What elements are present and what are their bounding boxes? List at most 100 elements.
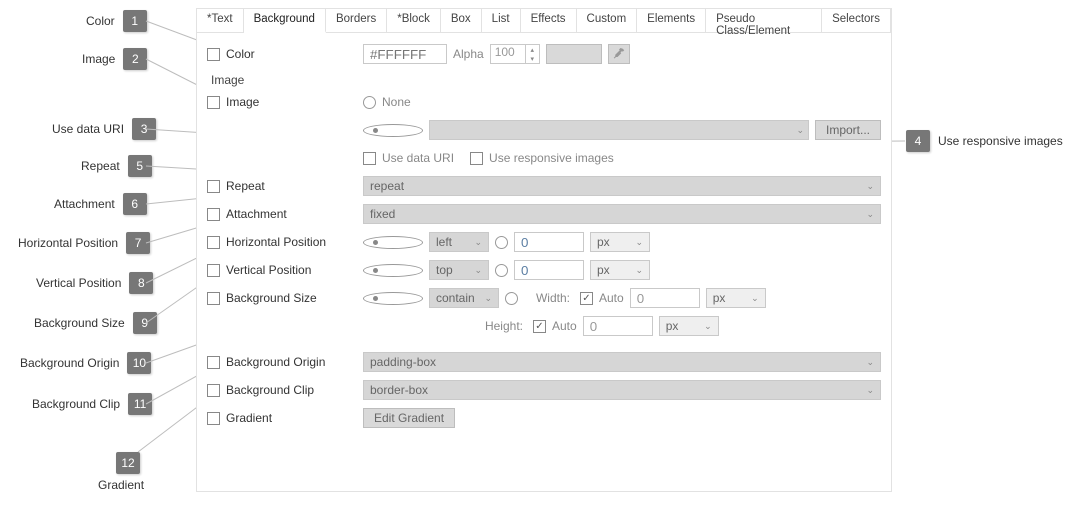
import-button[interactable]: Import... bbox=[815, 120, 881, 140]
vpos-unit-select[interactable]: px⌄ bbox=[590, 260, 650, 280]
callout-2: Image 2 bbox=[82, 48, 147, 70]
callout-4: 4 Use responsive images bbox=[906, 130, 1063, 152]
tab-pseudo[interactable]: Pseudo Class/Element bbox=[706, 9, 822, 32]
callout-7: Horizontal Position 7 bbox=[18, 232, 150, 254]
row-gradient: Gradient Edit Gradient bbox=[207, 405, 881, 431]
alpha-value: 100 bbox=[491, 45, 525, 63]
eyedropper-icon[interactable] bbox=[608, 44, 630, 64]
callout-8: Vertical Position 8 bbox=[36, 272, 153, 294]
properties-panel: *Text Background Borders *Block Box List… bbox=[196, 8, 892, 492]
vpos-select[interactable]: top⌄ bbox=[429, 260, 489, 280]
hpos-radio-keyword[interactable] bbox=[363, 236, 423, 249]
tab-background[interactable]: Background bbox=[244, 9, 326, 33]
bgsize-width-unit[interactable]: px⌄ bbox=[706, 288, 766, 308]
hpos-checkbox[interactable] bbox=[207, 236, 220, 249]
row-color: Color Alpha 100 ▴▾ bbox=[207, 41, 881, 67]
repeat-checkbox[interactable] bbox=[207, 180, 220, 193]
origin-checkbox[interactable] bbox=[207, 356, 220, 369]
repeat-select[interactable]: repeat⌄ bbox=[363, 176, 881, 196]
bgsize-width-auto-label: Auto bbox=[599, 291, 624, 305]
vpos-radio-value[interactable] bbox=[495, 264, 508, 277]
attachment-select[interactable]: fixed⌄ bbox=[363, 204, 881, 224]
hpos-select[interactable]: left⌄ bbox=[429, 232, 489, 252]
use-responsive-checkbox[interactable] bbox=[470, 152, 483, 165]
tab-selectors[interactable]: Selectors bbox=[822, 9, 891, 32]
bgsize-height-label: Height: bbox=[477, 319, 527, 333]
repeat-label: Repeat bbox=[226, 179, 265, 193]
edit-gradient-button[interactable]: Edit Gradient bbox=[363, 408, 455, 428]
image-path-radio[interactable] bbox=[363, 124, 423, 137]
use-data-uri-label: Use data URI bbox=[382, 151, 454, 165]
use-responsive-label: Use responsive images bbox=[489, 151, 614, 165]
tab-block[interactable]: *Block bbox=[387, 9, 441, 32]
callout-label: Color bbox=[86, 14, 115, 28]
row-vpos: Vertical Position top⌄ px⌄ bbox=[207, 257, 881, 283]
clip-label: Background Clip bbox=[226, 383, 314, 397]
row-repeat: Repeat repeat⌄ bbox=[207, 173, 881, 199]
panel-body: Color Alpha 100 ▴▾ Image Image None bbox=[197, 33, 891, 439]
tabstrip: *Text Background Borders *Block Box List… bbox=[197, 9, 891, 33]
use-data-uri-checkbox[interactable] bbox=[363, 152, 376, 165]
hpos-radio-value[interactable] bbox=[495, 236, 508, 249]
image-checkbox[interactable] bbox=[207, 96, 220, 109]
image-label: Image bbox=[226, 95, 259, 109]
row-hpos: Horizontal Position left⌄ px⌄ bbox=[207, 229, 881, 255]
bgsize-width-input[interactable] bbox=[630, 288, 700, 308]
bgsize-radio-keyword[interactable] bbox=[363, 292, 423, 305]
bgsize-height-auto-label: Auto bbox=[552, 319, 577, 333]
row-image: Image None bbox=[207, 89, 881, 115]
tab-effects[interactable]: Effects bbox=[521, 9, 577, 32]
color-swatch[interactable] bbox=[546, 44, 602, 64]
color-input[interactable] bbox=[363, 44, 447, 64]
vpos-input[interactable] bbox=[514, 260, 584, 280]
vpos-radio-keyword[interactable] bbox=[363, 264, 423, 277]
bgsize-width-auto-checkbox[interactable] bbox=[580, 292, 593, 305]
vpos-label: Vertical Position bbox=[226, 263, 311, 277]
hpos-input[interactable] bbox=[514, 232, 584, 252]
attachment-checkbox[interactable] bbox=[207, 208, 220, 221]
tab-elements[interactable]: Elements bbox=[637, 9, 706, 32]
bgsize-height-input[interactable] bbox=[583, 316, 653, 336]
bgsize-label: Background Size bbox=[226, 291, 317, 305]
image-path-dropdown[interactable]: ⌄ bbox=[429, 120, 809, 140]
color-checkbox[interactable] bbox=[207, 48, 220, 61]
tab-custom[interactable]: Custom bbox=[577, 9, 638, 32]
bgsize-radio-value[interactable] bbox=[505, 292, 518, 305]
bgsize-height-auto-checkbox[interactable] bbox=[533, 320, 546, 333]
gradient-label: Gradient bbox=[226, 411, 272, 425]
image-none-radio[interactable] bbox=[363, 96, 376, 109]
bgsize-width-label: Width: bbox=[524, 291, 574, 305]
row-attachment: Attachment fixed⌄ bbox=[207, 201, 881, 227]
bgsize-checkbox[interactable] bbox=[207, 292, 220, 305]
origin-select[interactable]: padding-box⌄ bbox=[363, 352, 881, 372]
alpha-spinner[interactable]: 100 ▴▾ bbox=[490, 44, 540, 64]
callout-11: Background Clip 11 bbox=[32, 393, 152, 415]
hpos-label: Horizontal Position bbox=[226, 235, 326, 249]
tab-list[interactable]: List bbox=[482, 9, 521, 32]
bgsize-select[interactable]: contain⌄ bbox=[429, 288, 499, 308]
callout-num: 1 bbox=[123, 10, 147, 32]
row-image-opts: Use data URI Use responsive images bbox=[207, 145, 881, 171]
hpos-unit-select[interactable]: px⌄ bbox=[590, 232, 650, 252]
tab-text[interactable]: *Text bbox=[197, 9, 244, 32]
row-bgsize-h: Height: Auto px⌄ bbox=[207, 313, 881, 339]
callout-12-label: Gradient bbox=[98, 478, 144, 492]
origin-label: Background Origin bbox=[226, 355, 325, 369]
tab-borders[interactable]: Borders bbox=[326, 9, 387, 32]
gradient-checkbox[interactable] bbox=[207, 412, 220, 425]
clip-select[interactable]: border-box⌄ bbox=[363, 380, 881, 400]
clip-checkbox[interactable] bbox=[207, 384, 220, 397]
row-bgsize: Background Size contain⌄ Width: Auto px⌄ bbox=[207, 285, 881, 311]
row-origin: Background Origin padding-box⌄ bbox=[207, 349, 881, 375]
vpos-checkbox[interactable] bbox=[207, 264, 220, 277]
bgsize-height-unit[interactable]: px⌄ bbox=[659, 316, 719, 336]
color-label: Color bbox=[226, 47, 255, 61]
image-none-label: None bbox=[382, 95, 411, 109]
callout-9: Background Size 9 bbox=[34, 312, 157, 334]
callout-6: Attachment 6 bbox=[54, 193, 147, 215]
image-section-label: Image bbox=[207, 67, 881, 89]
attachment-label: Attachment bbox=[226, 207, 287, 221]
tab-box[interactable]: Box bbox=[441, 9, 482, 32]
alpha-label: Alpha bbox=[453, 47, 484, 61]
callout-5: Repeat 5 bbox=[81, 155, 152, 177]
